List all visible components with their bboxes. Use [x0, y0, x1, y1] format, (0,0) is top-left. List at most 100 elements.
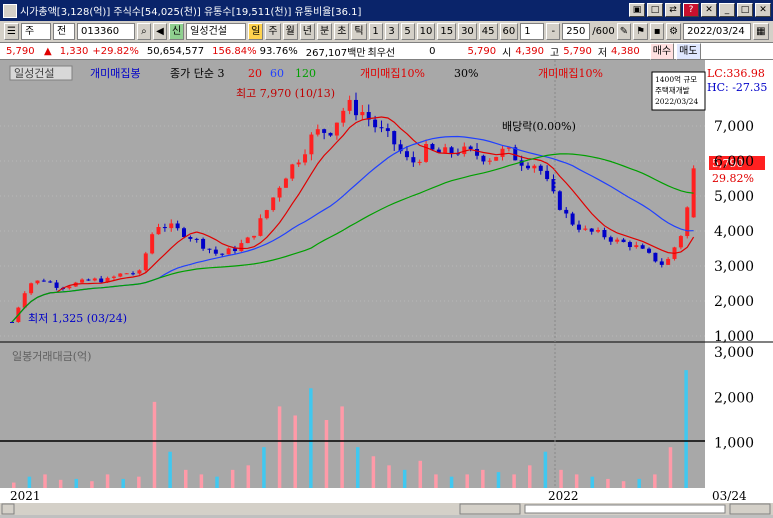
candle-body	[271, 197, 276, 211]
period-second[interactable]: 초	[334, 23, 350, 40]
candle-body	[608, 237, 613, 242]
buy-button[interactable]: 매수	[649, 42, 675, 60]
candle-body	[188, 237, 193, 239]
price-tick-label: 5,000	[714, 189, 754, 205]
candle-body	[576, 224, 581, 230]
candle-body	[35, 280, 40, 284]
candle-body	[290, 164, 295, 179]
candle-body	[449, 147, 454, 154]
settings-icon[interactable]: ⚙	[666, 23, 682, 40]
interval-15[interactable]: 15	[437, 23, 457, 40]
interval-10[interactable]: 10	[416, 23, 436, 40]
info-preferred-label: 최우선	[367, 47, 396, 59]
candle-body	[430, 144, 435, 150]
candle-body	[596, 229, 601, 232]
tool-icon-1[interactable]: ✎	[616, 23, 632, 40]
volume-bar	[168, 451, 172, 488]
price-tick-label: 7,000	[714, 119, 754, 135]
interval-input[interactable]: 1	[520, 23, 545, 40]
interval-1[interactable]: 1	[368, 23, 383, 40]
x-axis-bg	[0, 488, 773, 503]
date-input[interactable]: 2022/03/24	[683, 23, 752, 40]
volume-bar	[559, 469, 563, 488]
chart-menu-icon[interactable]: ☰	[4, 23, 19, 40]
count-input[interactable]: 250	[562, 23, 591, 40]
candle-body	[666, 258, 671, 265]
volume-bar	[90, 481, 94, 488]
candle-body	[207, 248, 212, 250]
speaker-icon[interactable]: ◀	[152, 23, 167, 40]
interval-30[interactable]: 30	[458, 23, 477, 40]
minus-button[interactable]: -	[546, 23, 561, 40]
period-week[interactable]: 주	[265, 23, 281, 40]
restore-button[interactable]: □	[647, 3, 663, 17]
price-tick-label: 4,000	[714, 224, 754, 240]
volume-bar	[621, 481, 626, 488]
candle-body	[124, 273, 129, 275]
period-day[interactable]: 일	[248, 23, 264, 40]
volume-bar	[324, 420, 329, 488]
mode-select[interactable]: 주	[20, 23, 51, 40]
period-year[interactable]: 년	[299, 23, 315, 40]
interval-45[interactable]: 45	[478, 23, 498, 40]
scroll-nav-buttons[interactable]	[459, 503, 521, 515]
candle-body	[309, 134, 314, 155]
info-volume-ratio: 156.84%	[212, 45, 257, 57]
info-low-label: 저	[597, 47, 608, 59]
maximize-button[interactable]: □	[737, 3, 753, 17]
interval-5[interactable]: 5	[400, 23, 415, 40]
search-icon[interactable]: ⌕	[136, 23, 151, 40]
period-month[interactable]: 월	[282, 23, 298, 40]
stock-name-field[interactable]: 일성건설	[186, 23, 247, 40]
interval-60[interactable]: 60	[499, 23, 519, 40]
legend-pct30: 30%	[454, 67, 478, 80]
link-button[interactable]: ⇄	[665, 3, 681, 17]
volume-bar	[58, 479, 63, 488]
interval-3[interactable]: 3	[384, 23, 399, 40]
info-price: 5,790	[6, 45, 35, 57]
close-panel-button[interactable]: ✕	[701, 3, 717, 17]
info-amount: 267,107백만	[305, 47, 366, 59]
candle-body	[264, 210, 269, 219]
volume-bar	[684, 370, 688, 488]
candle-body	[392, 131, 397, 145]
x-label-2021: 2021	[10, 489, 41, 503]
hc-label: HC: -27.35	[707, 81, 767, 94]
annotation-high: 최고 7,970 (10/13)	[236, 87, 335, 100]
close-button[interactable]: ✕	[755, 3, 771, 17]
volume-tick-label: 1,000	[714, 436, 754, 452]
candle-body	[67, 286, 72, 289]
volume-bar	[465, 474, 469, 488]
info-rate2: 93.76%	[259, 45, 298, 57]
tool-icon-2[interactable]: ⚑	[633, 23, 649, 40]
window-buttons: ▣ □ ⇄ ? ✕ _ □ ✕	[629, 3, 771, 17]
volume-bar	[199, 474, 204, 488]
candle-body	[385, 128, 390, 132]
stock-code-input[interactable]: 013360	[76, 23, 135, 40]
market-select[interactable]: 전	[52, 23, 75, 40]
chart-area[interactable]: 일성건설 개미매집봉 종가 단순 3 20 60 120 개미매집10% 30%…	[0, 60, 773, 515]
tile-button[interactable]: ▣	[629, 3, 645, 17]
period-tick[interactable]: 틱	[351, 23, 367, 40]
candle-body	[258, 218, 263, 236]
minimize-button[interactable]: _	[719, 3, 735, 17]
candle-body	[232, 248, 237, 252]
scroll-left-button[interactable]	[1, 503, 15, 515]
sell-button[interactable]: 매도	[676, 42, 701, 60]
save-icon[interactable]: ▪	[650, 23, 665, 40]
period-minute[interactable]: 분	[316, 23, 333, 40]
candle-body	[226, 248, 231, 255]
help-button[interactable]: ?	[683, 3, 699, 17]
candle-body	[379, 127, 384, 129]
info-low: 4,380	[611, 45, 640, 57]
candle-body	[545, 170, 550, 180]
candle-body	[634, 245, 639, 248]
candle-body	[315, 129, 320, 135]
price-tick-label: 6,000	[714, 154, 754, 170]
zoom-slider[interactable]	[524, 504, 726, 514]
calendar-icon[interactable]: ▦	[753, 23, 769, 40]
stock-chart[interactable]: 일성건설 개미매집봉 종가 단순 3 20 60 120 개미매집10% 30%…	[0, 60, 773, 515]
legend-ma60: 60	[270, 67, 284, 80]
candle-body	[481, 155, 486, 162]
zoom-buttons[interactable]	[729, 503, 771, 515]
